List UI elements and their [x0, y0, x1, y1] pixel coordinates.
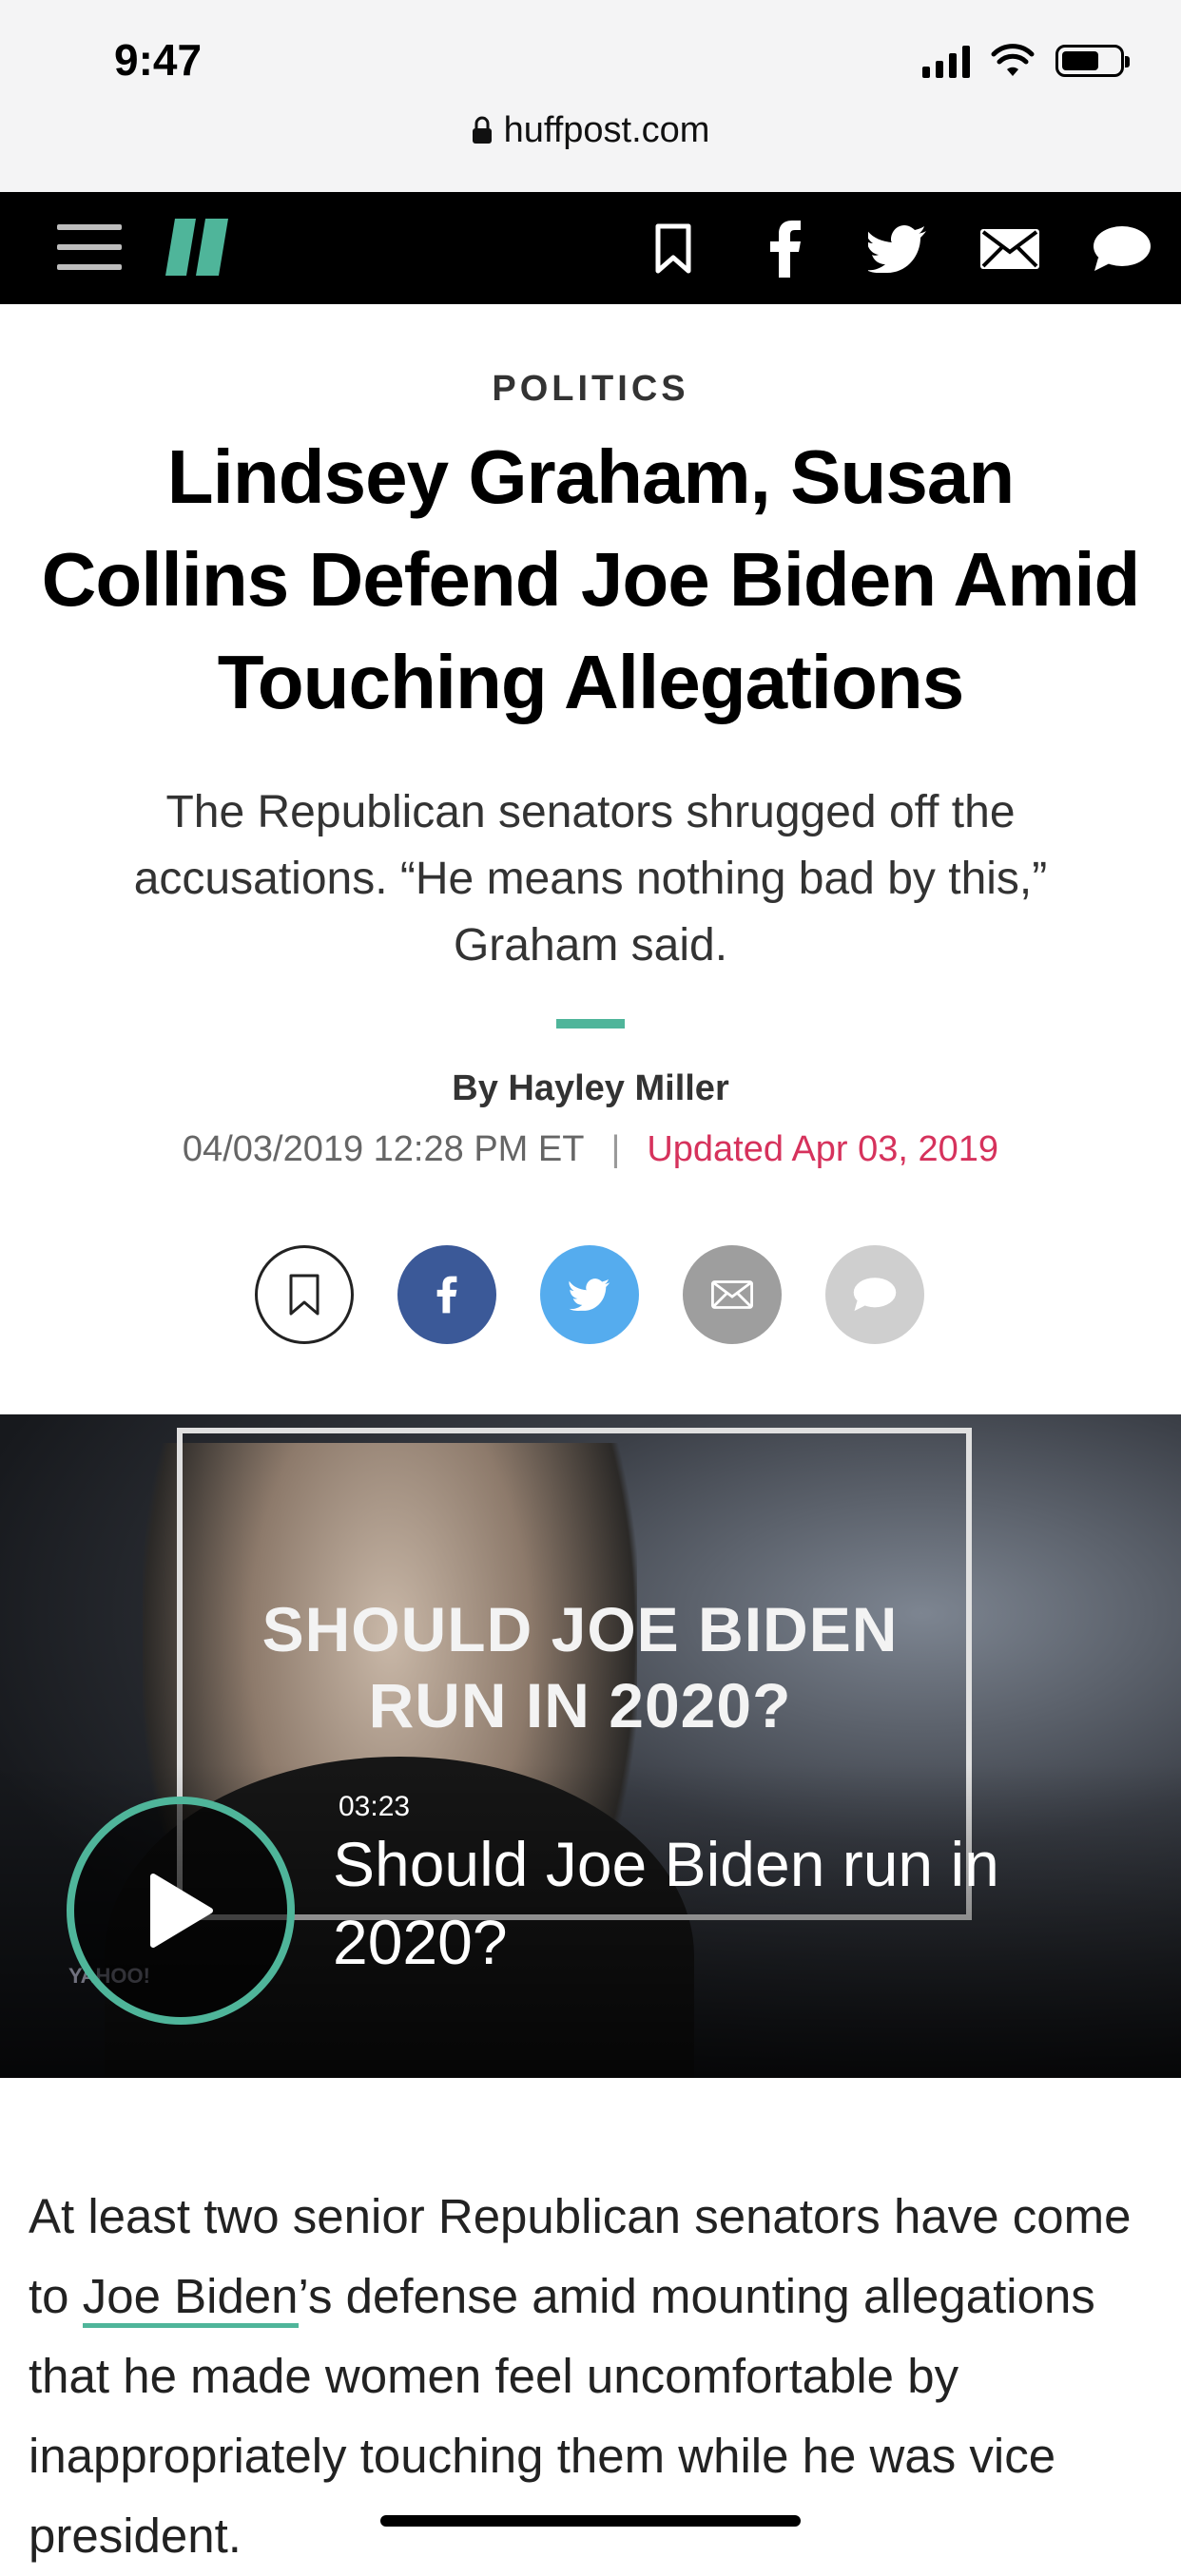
facebook-icon[interactable]	[755, 221, 816, 278]
joe-biden-link[interactable]: Joe Biden	[82, 2269, 299, 2328]
wifi-icon	[991, 44, 1035, 76]
hamburger-icon[interactable]	[57, 224, 122, 272]
article-subhead: The Republican senators shrugged off the…	[133, 787, 1048, 971]
updated-date: Updated Apr 03, 2019	[647, 1129, 999, 1169]
video-caption[interactable]: Should Joe Biden run in 2020?	[333, 1825, 1132, 1981]
browser-top-bar: 9:47 huffpost.com	[0, 0, 1181, 192]
site-navbar	[0, 192, 1181, 304]
video-overlay-title: SHOULD JOE BIDEN RUN IN 2020?	[261, 1594, 899, 1740]
share-bookmark-button[interactable]	[255, 1245, 354, 1344]
share-twitter-button[interactable]	[540, 1245, 639, 1344]
share-buttons	[255, 1245, 924, 1344]
article-headline: Lindsey Graham, Susan Collins Defend Joe…	[41, 434, 1141, 724]
lock-icon	[472, 116, 492, 144]
play-button[interactable]	[67, 1797, 295, 2025]
section-kicker[interactable]: POLITICS	[0, 369, 1181, 410]
twitter-icon	[569, 1278, 610, 1311]
comment-icon[interactable]	[1092, 221, 1152, 278]
home-indicator[interactable]	[380, 2515, 801, 2527]
play-icon	[150, 1874, 213, 1948]
signal-icon	[922, 44, 970, 78]
comment-icon	[853, 1278, 897, 1312]
share-facebook-button[interactable]	[397, 1245, 496, 1344]
url-bar[interactable]: huffpost.com	[0, 110, 1181, 151]
url-text: huffpost.com	[503, 110, 710, 150]
published-date: 04/03/2019 12:28 PM ET	[182, 1129, 585, 1169]
date-separator: |	[610, 1129, 621, 1169]
status-icons	[922, 42, 1130, 80]
video-player[interactable]: SHOULD JOE BIDEN RUN IN 2020? YAHOO! 03:…	[0, 1414, 1181, 2078]
article-dates: 04/03/2019 12:28 PM ET | Updated Apr 03, 2…	[0, 1129, 1181, 1170]
twitter-icon[interactable]	[867, 221, 928, 278]
facebook-icon	[436, 1276, 457, 1314]
nav-share-icons	[643, 221, 1152, 278]
email-icon	[711, 1280, 753, 1309]
bookmark-icon	[289, 1274, 319, 1316]
share-comment-button[interactable]	[825, 1245, 924, 1344]
battery-icon	[1055, 45, 1130, 77]
video-duration: 03:23	[339, 1791, 411, 1822]
huffpost-logo[interactable]	[165, 219, 228, 276]
accent-divider	[556, 1019, 625, 1028]
share-email-button[interactable]	[683, 1245, 782, 1344]
status-time: 9:47	[114, 35, 203, 85]
byline[interactable]: By Hayley Miller	[0, 1068, 1181, 1109]
email-icon[interactable]	[979, 221, 1040, 278]
bookmark-icon[interactable]	[643, 221, 704, 278]
